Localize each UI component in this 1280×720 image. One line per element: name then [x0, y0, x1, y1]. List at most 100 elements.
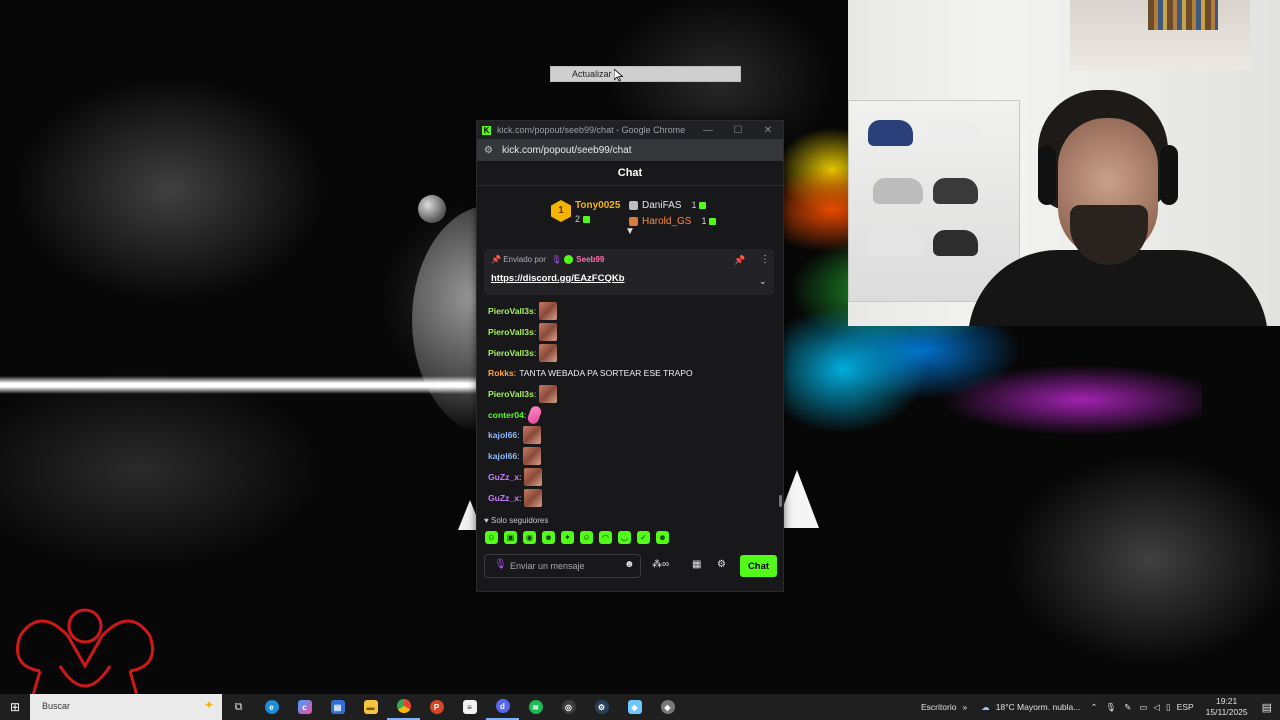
- community-icon[interactable]: ⁂∞: [652, 559, 669, 570]
- leaderboard-row[interactable]: DaniFAS 1: [629, 200, 707, 211]
- window-titlebar[interactable]: K kick.com/popout/seeb99/chat - Google C…: [477, 121, 783, 139]
- emote-image[interactable]: [522, 426, 541, 445]
- microphone-tray-icon[interactable]: 🎙: [1105, 702, 1116, 713]
- chat-title: Chat: [477, 161, 783, 186]
- emote-image[interactable]: [539, 385, 558, 404]
- notifications-icon[interactable]: ▤: [1262, 701, 1272, 714]
- emote-image[interactable]: [539, 323, 558, 342]
- gift-icon: [583, 216, 591, 224]
- chrome-chat-popup: K kick.com/popout/seeb99/chat - Google C…: [476, 120, 784, 592]
- light-beam-graphic: [0, 376, 480, 394]
- pin-icon[interactable]: 📌: [734, 255, 745, 266]
- app-icon[interactable]: ◆: [618, 694, 651, 720]
- chat-username[interactable]: kajol66: [488, 451, 517, 461]
- tooltip-label: Actualizar: [572, 69, 612, 79]
- site-info-icon[interactable]: ⚙: [484, 145, 496, 156]
- count-value: 2: [575, 214, 581, 224]
- steam-icon[interactable]: ⚙: [585, 694, 618, 720]
- task-view-icon[interactable]: ⧉: [222, 694, 255, 720]
- chat-message: PieroVall3s:: [488, 342, 774, 363]
- verified-badge-icon: [564, 255, 574, 265]
- pin-small-icon: 📌: [491, 255, 501, 264]
- refresh-tooltip: Actualizar: [550, 66, 741, 82]
- camera-app-icon[interactable]: ◈: [651, 694, 684, 720]
- emote-image[interactable]: [526, 404, 543, 426]
- gift-icon: [699, 201, 707, 209]
- chevron-down-icon[interactable]: ⌄: [759, 276, 767, 287]
- battery-icon[interactable]: ▯: [1166, 702, 1171, 713]
- emote-button[interactable]: ✓: [637, 531, 650, 544]
- window-title: kick.com/popout/seeb99/chat - Google Chr…: [497, 125, 686, 135]
- volume-icon[interactable]: ◁: [1153, 702, 1160, 713]
- chrome-icon[interactable]: [387, 694, 420, 720]
- pinned-author[interactable]: Seeb99: [576, 255, 604, 264]
- gift-leaderboard: 1 Tony0025 2 DaniFAS 1 Harold_GS 1 ▼: [477, 186, 783, 238]
- edge-icon[interactable]: e: [255, 694, 288, 720]
- emote-button[interactable]: ◠: [599, 531, 612, 544]
- language-indicator[interactable]: ESP: [1177, 702, 1194, 712]
- close-button[interactable]: ✕: [753, 125, 783, 136]
- emote-image[interactable]: [524, 488, 543, 507]
- minimize-button[interactable]: —: [693, 125, 723, 136]
- file-explorer-icon[interactable]: ▬: [354, 694, 387, 720]
- send-chat-button[interactable]: Chat: [740, 555, 777, 577]
- chat-username[interactable]: kajol66: [488, 430, 517, 440]
- emote-button[interactable]: ☻: [656, 531, 669, 544]
- address-bar[interactable]: ⚙ kick.com/popout/seeb99/chat: [477, 139, 783, 161]
- tray-chevron-up-icon[interactable]: ⌃: [1090, 702, 1097, 713]
- emote-button[interactable]: ☺: [485, 531, 498, 544]
- chevron-right-icon[interactable]: »: [962, 702, 967, 712]
- more-options-icon[interactable]: ⋮: [760, 254, 770, 265]
- emote-button[interactable]: ☻: [542, 531, 555, 544]
- collapse-leaderboard-icon[interactable]: ▼: [625, 226, 635, 237]
- sneaker: [928, 120, 978, 146]
- settings-gear-icon[interactable]: ⚙: [717, 559, 726, 570]
- maximize-button[interactable]: ☐: [723, 125, 753, 136]
- emote-button[interactable]: ✦: [561, 531, 574, 544]
- chat-message-input[interactable]: [484, 554, 641, 578]
- clock[interactable]: 19:21 15/11/2025: [1206, 696, 1248, 718]
- emoji-picker-icon[interactable]: ☻: [624, 559, 635, 570]
- chat-username[interactable]: GuZz_x: [488, 472, 519, 482]
- username-separator: :: [517, 451, 520, 462]
- mic-icon[interactable]: 🎙: [494, 559, 507, 570]
- emote-image[interactable]: [524, 467, 543, 486]
- chat-username[interactable]: PieroVall3s: [488, 306, 534, 316]
- chat-username[interactable]: PieroVall3s: [488, 389, 534, 399]
- chat-username[interactable]: PieroVall3s: [488, 327, 534, 337]
- url-text[interactable]: kick.com/popout/seeb99/chat: [502, 145, 632, 156]
- leaderboard-row[interactable]: Harold_GS 1: [629, 216, 717, 227]
- store-icon[interactable]: ▦: [692, 559, 701, 570]
- sneaker: [868, 230, 923, 256]
- chat-username[interactable]: Rokks: [488, 368, 514, 378]
- emote-button[interactable]: ◉: [523, 531, 536, 544]
- chat-input-row: 🎙 ☻ ⁂∞ ▦ ⚙ Chat: [484, 554, 777, 580]
- spotify-icon[interactable]: ≋: [519, 694, 552, 720]
- network-icon[interactable]: ▭: [1139, 702, 1147, 713]
- notepad-icon[interactable]: ≡: [453, 694, 486, 720]
- books: [1148, 0, 1218, 30]
- windows-start-button[interactable]: ⊞: [0, 694, 30, 720]
- obs-icon[interactable]: ◎: [552, 694, 585, 720]
- copilot-icon[interactable]: c: [288, 694, 321, 720]
- emote-image[interactable]: [539, 343, 558, 362]
- store-app-icon[interactable]: ▤: [321, 694, 354, 720]
- pen-tray-icon[interactable]: ✎: [1124, 702, 1131, 713]
- chat-scrollbar[interactable]: [779, 495, 782, 507]
- powerpoint-icon[interactable]: P: [420, 694, 453, 720]
- leaderboard-name: DaniFAS: [642, 200, 682, 211]
- emote-button[interactable]: ☺: [580, 531, 593, 544]
- weather-text[interactable]: 18°C Mayorm. nubla...: [996, 702, 1081, 712]
- chat-message: PieroVall3s:: [488, 322, 774, 343]
- chat-username[interactable]: PieroVall3s: [488, 348, 534, 358]
- chat-username[interactable]: conter04: [488, 410, 524, 420]
- emote-image[interactable]: [522, 447, 541, 466]
- pinned-discord-link[interactable]: https://discord.gg/EAzFCQKb: [491, 273, 625, 284]
- desktop-label[interactable]: Escritorio: [921, 702, 956, 712]
- emote-image[interactable]: [539, 302, 558, 321]
- chat-username[interactable]: GuZz_x: [488, 493, 519, 503]
- emote-button[interactable]: ◡: [618, 531, 631, 544]
- discord-icon[interactable]: d: [486, 694, 519, 720]
- emote-button[interactable]: ▣: [504, 531, 517, 544]
- taskbar-search[interactable]: Buscar ✦: [30, 694, 222, 720]
